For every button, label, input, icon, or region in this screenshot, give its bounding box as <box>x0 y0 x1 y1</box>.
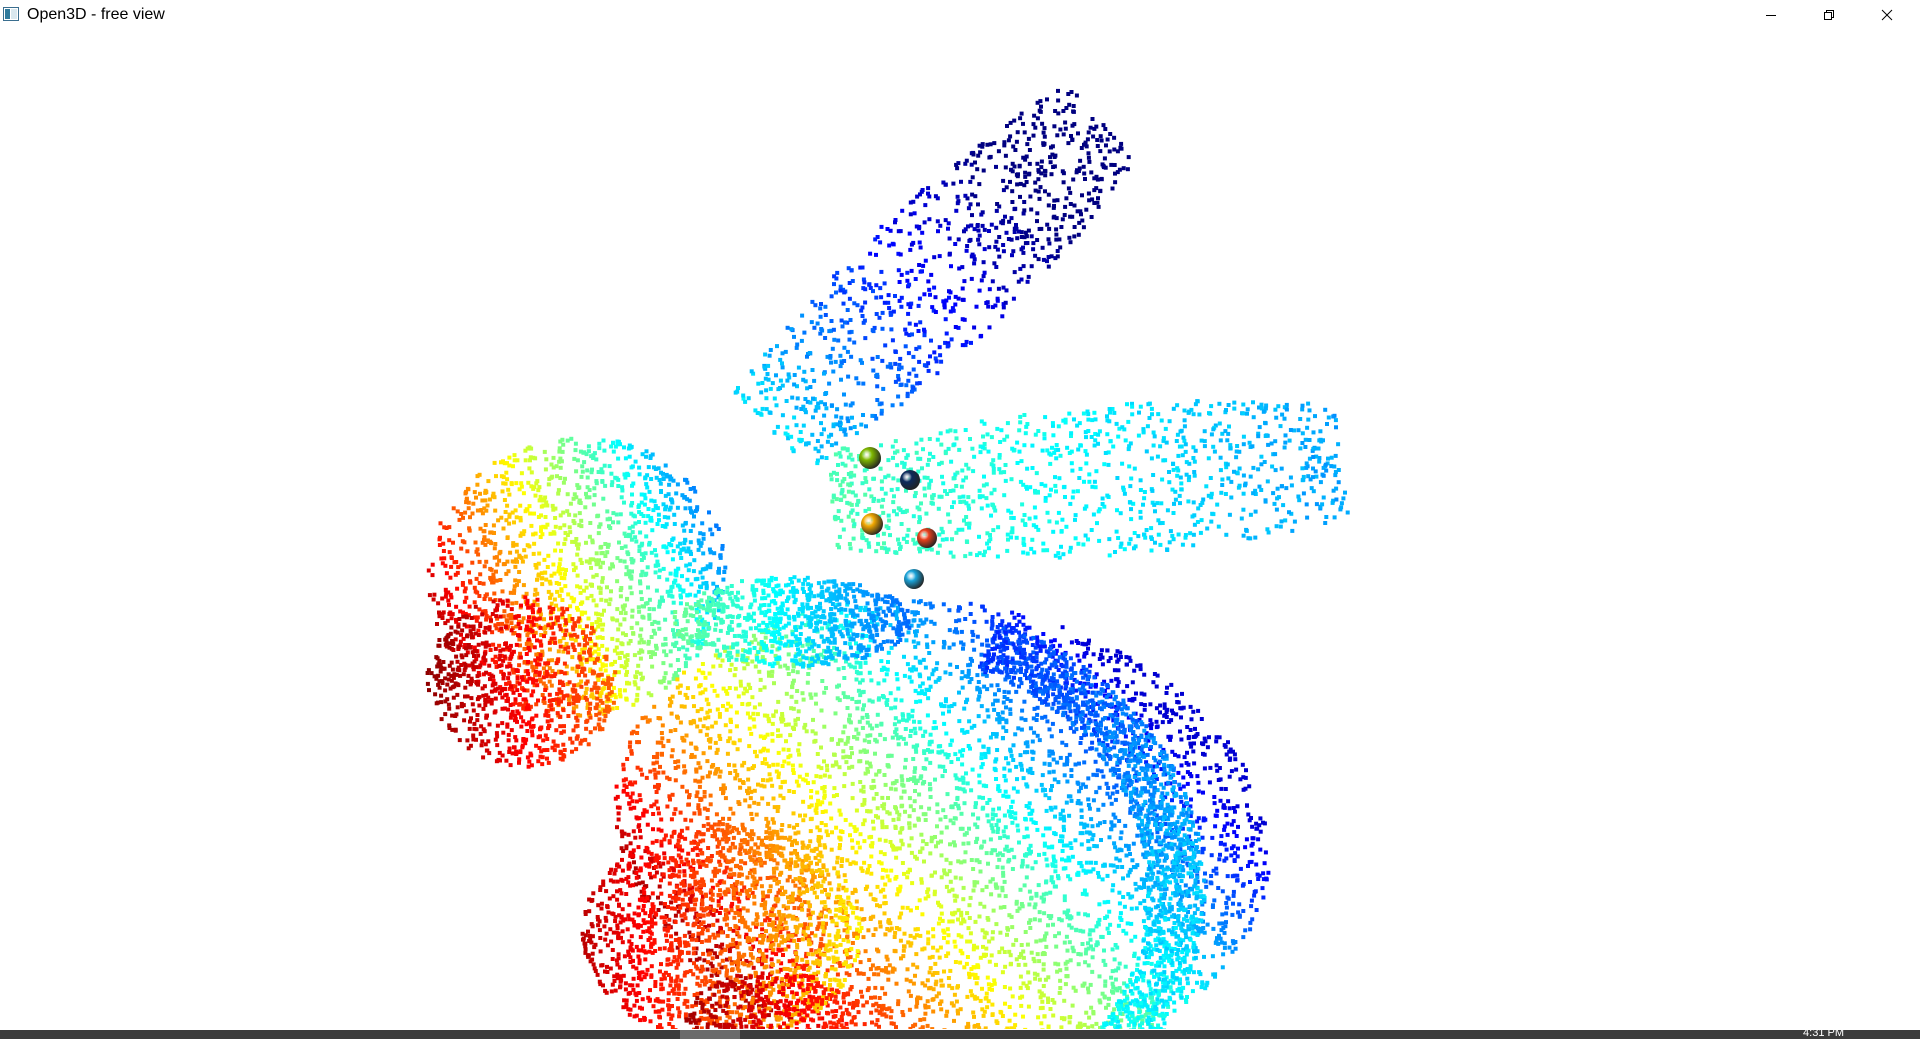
point-cloud <box>425 88 1350 1029</box>
open3d-window: Open3D - free view 4:31 PM <box>0 0 1920 1039</box>
minimize-icon <box>1766 15 1776 16</box>
picked-point-3 <box>861 513 883 535</box>
taskbar-clock: 4:31 PM <box>1803 1027 1844 1039</box>
close-button[interactable] <box>1858 0 1916 30</box>
app-icon <box>3 7 19 21</box>
picked-point-4 <box>917 528 937 548</box>
taskbar: 4:31 PM <box>0 1027 1920 1039</box>
3d-viewport[interactable] <box>0 30 1920 1029</box>
picked-point-1 <box>859 447 881 469</box>
title-bar[interactable]: Open3D - free view <box>0 0 1920 30</box>
restore-icon <box>1824 10 1834 20</box>
close-icon <box>1881 9 1893 21</box>
minimize-button[interactable] <box>1742 0 1800 30</box>
picked-point-2 <box>900 470 920 490</box>
picked-point-5 <box>904 569 924 589</box>
restore-button[interactable] <box>1800 0 1858 30</box>
window-title: Open3D - free view <box>27 6 165 23</box>
taskbar-active-app[interactable] <box>680 1030 740 1039</box>
